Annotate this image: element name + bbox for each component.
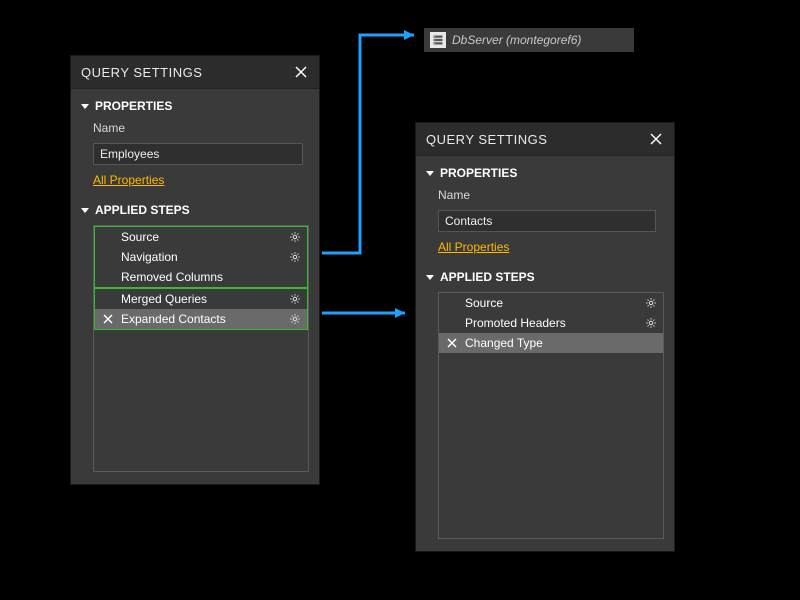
step-label: Promoted Headers xyxy=(465,316,566,330)
all-properties-link[interactable]: All Properties xyxy=(438,240,509,254)
properties-section-header[interactable]: PROPERTIES xyxy=(81,99,309,113)
step-merged-queries[interactable]: Merged Queries xyxy=(94,288,308,309)
query-settings-panel-left: QUERY SETTINGS PROPERTIES Name All Prope… xyxy=(70,55,320,485)
step-label: Source xyxy=(465,296,503,310)
step-navigation[interactable]: Navigation xyxy=(94,247,308,267)
database-icon xyxy=(430,32,446,48)
delete-step-icon[interactable] xyxy=(445,338,459,348)
db-server-node[interactable]: DbServer (montegoref6) xyxy=(424,28,634,52)
step-label: Merged Queries xyxy=(121,292,207,306)
step-label: Changed Type xyxy=(465,336,543,350)
gear-icon[interactable] xyxy=(289,231,301,243)
gear-icon[interactable] xyxy=(289,293,301,305)
close-button[interactable] xyxy=(293,64,309,80)
caret-down-icon xyxy=(81,104,89,109)
applied-steps-list: Source Navigation Removed Columns Merged… xyxy=(93,225,309,472)
step-source[interactable]: Source xyxy=(94,226,308,247)
panel-titlebar: QUERY SETTINGS xyxy=(416,123,674,156)
gear-icon[interactable] xyxy=(645,297,657,309)
properties-header-label: PROPERTIES xyxy=(440,166,517,180)
step-label: Removed Columns xyxy=(121,270,223,284)
caret-down-icon xyxy=(81,208,89,213)
gear-icon[interactable] xyxy=(289,313,301,325)
step-label: Source xyxy=(121,230,159,244)
delete-step-icon[interactable] xyxy=(101,314,115,324)
db-server-label: DbServer (montegoref6) xyxy=(452,33,581,47)
step-source[interactable]: Source xyxy=(439,293,663,313)
panel-title: QUERY SETTINGS xyxy=(426,132,547,147)
gear-icon[interactable] xyxy=(289,251,301,263)
query-settings-panel-right: QUERY SETTINGS PROPERTIES Name All Prope… xyxy=(415,122,675,552)
applied-steps-section-header[interactable]: APPLIED STEPS xyxy=(81,203,309,217)
caret-down-icon xyxy=(426,275,434,280)
step-label: Navigation xyxy=(121,250,178,264)
applied-steps-header-label: APPLIED STEPS xyxy=(95,203,190,217)
step-label: Expanded Contacts xyxy=(121,312,226,326)
step-expanded-contacts[interactable]: Expanded Contacts xyxy=(94,309,308,330)
name-input[interactable] xyxy=(438,210,656,232)
applied-steps-list: Source Promoted Headers Changed Type xyxy=(438,292,664,539)
panel-titlebar: QUERY SETTINGS xyxy=(71,56,319,89)
applied-steps-header-label: APPLIED STEPS xyxy=(440,270,535,284)
properties-section-header[interactable]: PROPERTIES xyxy=(426,166,664,180)
name-field-label: Name xyxy=(93,121,309,135)
step-changed-type[interactable]: Changed Type xyxy=(439,333,663,353)
caret-down-icon xyxy=(426,171,434,176)
properties-header-label: PROPERTIES xyxy=(95,99,172,113)
step-promoted-headers[interactable]: Promoted Headers xyxy=(439,313,663,333)
close-button[interactable] xyxy=(648,131,664,147)
gear-icon[interactable] xyxy=(645,317,657,329)
applied-steps-section-header[interactable]: APPLIED STEPS xyxy=(426,270,664,284)
all-properties-link[interactable]: All Properties xyxy=(93,173,164,187)
name-field-label: Name xyxy=(438,188,664,202)
step-removed-columns[interactable]: Removed Columns xyxy=(94,267,308,288)
name-input[interactable] xyxy=(93,143,303,165)
panel-title: QUERY SETTINGS xyxy=(81,65,202,80)
